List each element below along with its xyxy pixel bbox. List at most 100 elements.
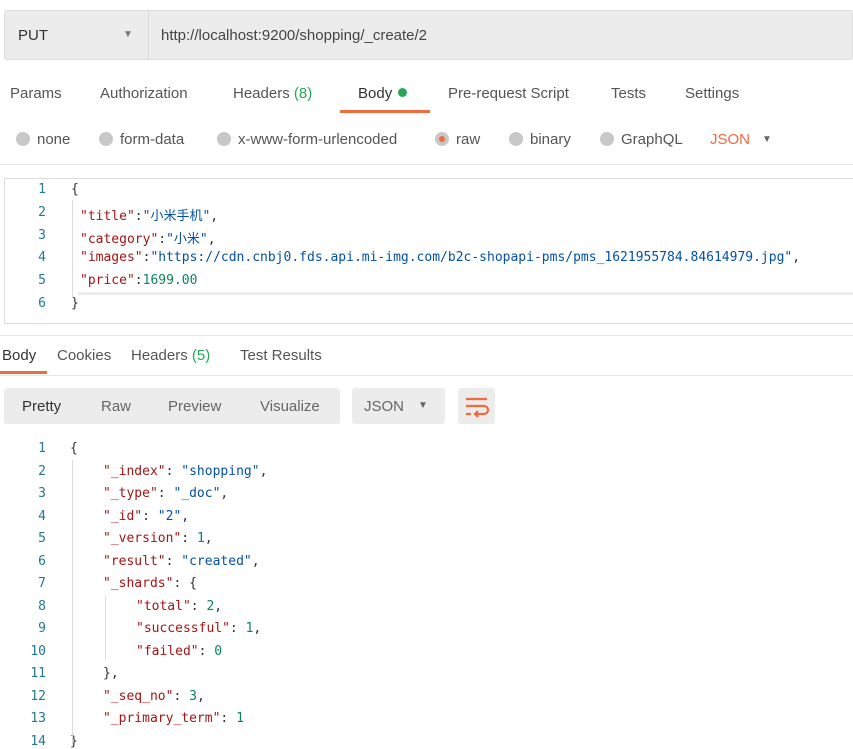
radio-label: GraphQL <box>621 131 683 148</box>
tab-label: Pre-request Script <box>448 85 569 102</box>
code-token: } <box>71 296 79 311</box>
code-line: "_seq_no": 3, <box>103 689 205 704</box>
radio-raw[interactable]: raw <box>435 131 480 148</box>
tab-count: (5) <box>191 347 211 364</box>
line-number: 11 <box>30 666 46 681</box>
code-token: "_version" <box>103 531 182 546</box>
radio-form-data[interactable]: form-data <box>99 131 184 148</box>
code-token: "_shards" <box>103 576 174 591</box>
radio-GraphQL[interactable]: GraphQL <box>600 131 683 148</box>
chevron-down-icon[interactable]: ▼ <box>762 134 772 145</box>
radio-unchecked-icon[interactable] <box>600 132 614 146</box>
code-token: }, <box>103 666 119 681</box>
code-token: , <box>214 598 223 614</box>
code-line: "_shards": { <box>103 576 197 591</box>
response-tab-body[interactable]: Body <box>2 347 36 364</box>
code-token: : <box>134 273 143 289</box>
line-number: 9 <box>38 621 46 636</box>
line-number: 2 <box>38 204 46 220</box>
code-token: , <box>259 463 268 479</box>
code-token: , <box>253 621 262 636</box>
tab-body[interactable]: Body <box>358 85 408 102</box>
indent-guide <box>105 595 106 660</box>
radio-checked-icon[interactable] <box>435 132 449 146</box>
code-token: "result" <box>103 553 166 569</box>
tab-label: Authorization <box>100 85 188 102</box>
code-token: 1699.00 <box>142 273 198 289</box>
code-token: "created" <box>181 553 252 569</box>
code-token: "images" <box>80 250 143 266</box>
view-preview[interactable]: Preview <box>168 398 221 415</box>
active-line-highlight <box>78 292 853 295</box>
view-visualize[interactable]: Visualize <box>260 398 320 415</box>
tab-label: Params <box>10 85 62 102</box>
code-token: 0 <box>214 643 223 659</box>
code-token: , <box>220 486 229 501</box>
line-number: 3 <box>38 227 46 243</box>
code-token: , <box>792 250 801 266</box>
code-line: "failed": 0 <box>136 644 222 659</box>
code-line: "successful": 1, <box>136 621 261 636</box>
divider <box>0 375 853 376</box>
code-token: : <box>158 231 167 247</box>
url-input[interactable]: http://localhost:9200/shopping/_create/2 <box>161 27 427 44</box>
response-format-select[interactable]: JSON ▼ <box>352 388 445 424</box>
tab-params[interactable]: Params <box>10 85 62 102</box>
tab-label: Headers <box>131 347 188 364</box>
method-value: PUT <box>18 27 48 44</box>
code-token: , <box>251 553 260 569</box>
response-tab-headers[interactable]: Headers (5) <box>131 347 210 364</box>
code-line: "_primary_term": 1 <box>103 711 244 726</box>
line-number: 13 <box>30 711 46 726</box>
code-token: "price" <box>80 273 135 289</box>
code-token: : <box>229 621 246 636</box>
code-token: "shopping" <box>181 463 260 479</box>
code-token: "failed" <box>136 643 199 659</box>
line-number: 1 <box>38 441 46 456</box>
code-line: "category":"小米", <box>80 228 216 247</box>
wrap-lines-button[interactable] <box>458 388 495 424</box>
code-token: : <box>134 208 143 224</box>
view-raw[interactable]: Raw <box>101 398 131 415</box>
tab-tests[interactable]: Tests <box>611 85 646 102</box>
radio-unchecked-icon[interactable] <box>509 132 523 146</box>
radio-unchecked-icon[interactable] <box>99 132 113 146</box>
line-number: 12 <box>30 688 46 704</box>
radio-unchecked-icon[interactable] <box>16 132 30 146</box>
code-token: : <box>142 508 158 524</box>
code-token: : { <box>173 576 197 591</box>
tab-authorization[interactable]: Authorization <box>100 85 188 102</box>
tab-label: Body <box>358 85 393 102</box>
code-token: , <box>181 508 190 524</box>
line-number: 6 <box>38 296 46 311</box>
tab-count: (8) <box>293 85 313 102</box>
radio-none[interactable]: none <box>16 131 70 148</box>
response-tab-test-results[interactable]: Test Results <box>240 347 322 364</box>
line-number: 3 <box>38 486 46 501</box>
radio-binary[interactable]: binary <box>509 131 571 148</box>
radio-label: raw <box>456 131 481 148</box>
code-line: "title":"小米手机", <box>80 205 218 224</box>
view-pretty[interactable]: Pretty <box>22 398 61 415</box>
radio-label: x-www-form-urlencoded <box>238 131 398 148</box>
code-token: : <box>165 553 182 569</box>
tab-pre-request-script[interactable]: Pre-request Script <box>448 85 569 102</box>
code-line: }, <box>103 666 119 681</box>
radio-unchecked-icon[interactable] <box>217 132 231 146</box>
line-number: 8 <box>38 598 46 614</box>
body-format-select[interactable]: JSON <box>710 131 750 148</box>
code-token: { <box>71 182 79 197</box>
radio-x-www-form-urlencoded[interactable]: x-www-form-urlencoded <box>217 131 397 148</box>
code-line: { <box>71 182 79 197</box>
tab-headers[interactable]: Headers (8) <box>233 85 312 102</box>
code-token: { <box>70 441 78 456</box>
method-select[interactable]: PUT ▼ <box>5 11 149 59</box>
indent-guide <box>72 460 73 745</box>
tab-label: Tests <box>611 85 647 102</box>
radio-label: none <box>37 131 71 148</box>
code-token: "_seq_no" <box>103 688 174 704</box>
response-tab-cookies[interactable]: Cookies <box>57 347 111 364</box>
tab-settings[interactable]: Settings <box>685 85 739 102</box>
chevron-down-icon: ▼ <box>418 400 428 411</box>
code-line: "_index": "shopping", <box>103 464 267 479</box>
